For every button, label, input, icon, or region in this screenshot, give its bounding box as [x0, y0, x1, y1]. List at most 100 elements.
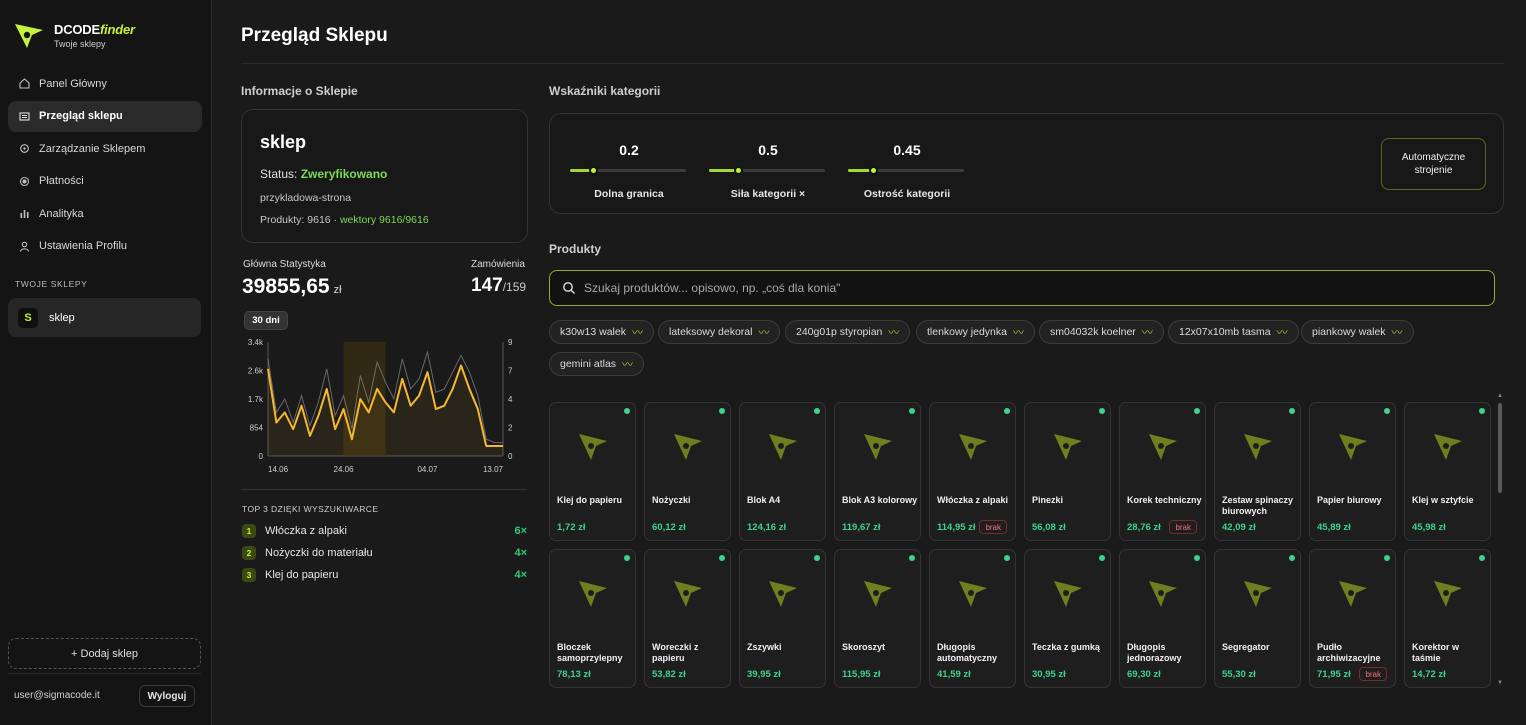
auto-tuning-button[interactable]: Automatyczne strojenie	[1381, 138, 1486, 190]
search-suggestion-chip[interactable]: gemini atlas 〰	[549, 352, 645, 376]
product-price: 69,30 zł	[1127, 669, 1161, 680]
sidebar-item-store-overview[interactable]: Przegląd sklepu	[8, 100, 202, 132]
sidebar-item-analytics[interactable]: Analityka	[8, 198, 202, 229]
slider-track[interactable]	[848, 166, 964, 175]
trend-wave-icon: 〰	[1276, 327, 1288, 339]
search-suggestion-chip[interactable]: lateksowy dekoral 〰	[658, 320, 781, 344]
product-search-input[interactable]	[584, 281, 1464, 295]
slider-handle[interactable]	[733, 166, 743, 175]
product-placeholder-icon	[1339, 581, 1367, 607]
product-card[interactable]: Pinezki 56,08 zł	[1024, 402, 1111, 541]
product-price: 28,76 zł	[1127, 522, 1161, 533]
slider-track[interactable]	[570, 166, 686, 175]
sidebar-item-dashboard[interactable]: Panel Główny	[8, 68, 202, 99]
product-card[interactable]: Woreczki z papieru 53,82 zł	[644, 549, 731, 688]
product-price: 30,95 zł	[1032, 669, 1066, 680]
title-divider	[241, 63, 1504, 64]
top-search-row: 2 Nożyczki do materiału 4×	[242, 544, 527, 562]
availability-dot	[909, 408, 915, 414]
search-suggestion-chip[interactable]: piankowy walek 〰	[1301, 320, 1414, 344]
search-suggestion-chip[interactable]: k30w13 walek 〰	[549, 320, 654, 344]
product-card[interactable]: Pudło archiwizacyjne 71,95 zł brak	[1309, 549, 1396, 688]
product-price: 14,72 zł	[1412, 669, 1446, 680]
sidebar: DCODEfinder Twoje sklepy Panel Główny Pr…	[0, 0, 212, 725]
product-card[interactable]: Włóczka z alpaki 114,95 zł brak	[929, 402, 1016, 541]
product-search-bar[interactable]	[549, 270, 1495, 306]
availability-dot	[1479, 555, 1485, 561]
product-card[interactable]: Teczka z gumką 30,95 zł	[1024, 549, 1111, 688]
chip-label: piankowy walek	[1312, 326, 1386, 338]
trend-wave-icon: 〰	[1012, 327, 1024, 339]
chip-label: 12x07x10mb tasma	[1179, 326, 1271, 338]
product-card[interactable]: Nożyczki 60,12 zł	[644, 402, 731, 541]
search-suggestion-chip[interactable]: tlenkowy jedynka 〰	[916, 320, 1035, 344]
slider-label: Siła kategorii ×	[730, 188, 806, 200]
trend-wave-icon: 〰	[758, 327, 770, 339]
product-placeholder-icon	[674, 434, 702, 460]
product-placeholder-icon	[1244, 581, 1272, 607]
top-search-name: Nożyczki do materiału	[265, 547, 373, 559]
orders-label: Zamówienia	[471, 259, 525, 270]
product-card[interactable]: Zszywki 39,95 zł	[739, 549, 826, 688]
product-card[interactable]: Bloczek samoprzylepny 78,13 zł	[549, 549, 636, 688]
product-card[interactable]: Blok A4 124,16 zł	[739, 402, 826, 541]
top-search-count: 4×	[514, 569, 527, 581]
scroll-up-icon[interactable]: ▲	[1497, 393, 1503, 399]
slider-value: 0.5	[758, 142, 778, 158]
top-search-name: Włóczka z alpaki	[265, 525, 347, 537]
availability-dot	[814, 408, 820, 414]
product-card[interactable]: Blok A3 kolorowy 119,67 zł	[834, 402, 921, 541]
product-card[interactable]: Papier biurowy 45,89 zł	[1309, 402, 1396, 541]
product-card[interactable]: Długopis automatyczny 41,59 zł	[929, 549, 1016, 688]
product-placeholder-icon	[959, 434, 987, 460]
product-name: Skoroszyt	[842, 642, 886, 652]
slider-handle[interactable]	[869, 166, 879, 175]
product-price: 115,95 zł	[842, 669, 881, 680]
product-price: 39,95 zł	[747, 669, 781, 680]
product-placeholder-icon	[959, 581, 987, 607]
shop-list-item[interactable]: S sklep	[8, 298, 201, 337]
product-card[interactable]: Segregator 55,30 zł	[1214, 549, 1301, 688]
period-button[interactable]: 30 dni	[244, 311, 288, 330]
home-icon	[18, 78, 30, 90]
product-card[interactable]: Skoroszyt 115,95 zł	[834, 549, 921, 688]
slider-handle[interactable]	[588, 166, 598, 175]
app-logo[interactable]: DCODEfinder Twoje sklepy	[12, 18, 135, 52]
y-right-tick-label: 4	[508, 395, 513, 404]
availability-dot	[1384, 408, 1390, 414]
product-card[interactable]: Klej w sztyfcie 45,98 zł	[1404, 402, 1491, 541]
chip-label: gemini atlas	[560, 358, 617, 370]
search-suggestion-chip[interactable]: 240g01p styropian 〰	[785, 320, 911, 344]
product-card[interactable]: Korek techniczny 28,76 zł brak	[1119, 402, 1206, 541]
out-of-stock-badge: brak	[1169, 520, 1197, 534]
analytics-icon	[18, 208, 30, 220]
scroll-down-icon[interactable]: ▼	[1497, 680, 1503, 686]
trend-wave-icon: 〰	[1141, 327, 1153, 339]
search-icon	[563, 282, 575, 294]
search-suggestion-chip[interactable]: sm04032k koelner 〰	[1039, 320, 1164, 344]
product-card[interactable]: Korektor w taśmie 14,72 zł	[1404, 549, 1491, 688]
product-placeholder-icon	[864, 581, 892, 607]
product-card[interactable]: Długopis jednorazowy 69,30 zł	[1119, 549, 1206, 688]
product-card[interactable]: Klej do papieru 1,72 zł	[549, 402, 636, 541]
y-left-tick-label: 3.4k	[248, 338, 264, 347]
product-card[interactable]: Zestaw spinaczy biurowych 42,09 zł	[1214, 402, 1301, 541]
product-placeholder-icon	[579, 581, 607, 607]
logout-button[interactable]: Wyloguj	[139, 685, 195, 707]
search-suggestion-chip[interactable]: 12x07x10mb tasma 〰	[1168, 320, 1299, 344]
slider-track[interactable]	[709, 166, 825, 175]
product-placeholder-icon	[1054, 581, 1082, 607]
y-right-tick-label: 7	[508, 367, 513, 376]
scrollbar-thumb[interactable]	[1498, 403, 1502, 493]
availability-dot	[1384, 555, 1390, 561]
product-placeholder-icon	[1434, 434, 1462, 460]
product-name: Zszywki	[747, 642, 782, 652]
sidebar-item-store-management[interactable]: Zarządzanie Sklepem	[8, 133, 202, 164]
sidebar-item-payments[interactable]: Płatności	[8, 166, 202, 197]
sidebar-item-label: Przegląd sklepu	[39, 110, 123, 122]
sidebar-item-profile-settings[interactable]: Ustawienia Profilu	[8, 231, 202, 262]
product-name: Korek techniczny	[1127, 495, 1202, 505]
product-grid-scrollbar[interactable]: ▲ ▼	[1497, 393, 1503, 687]
add-shop-button[interactable]: + Dodaj sklep	[8, 638, 201, 669]
chip-label: sm04032k koelner	[1050, 326, 1136, 338]
